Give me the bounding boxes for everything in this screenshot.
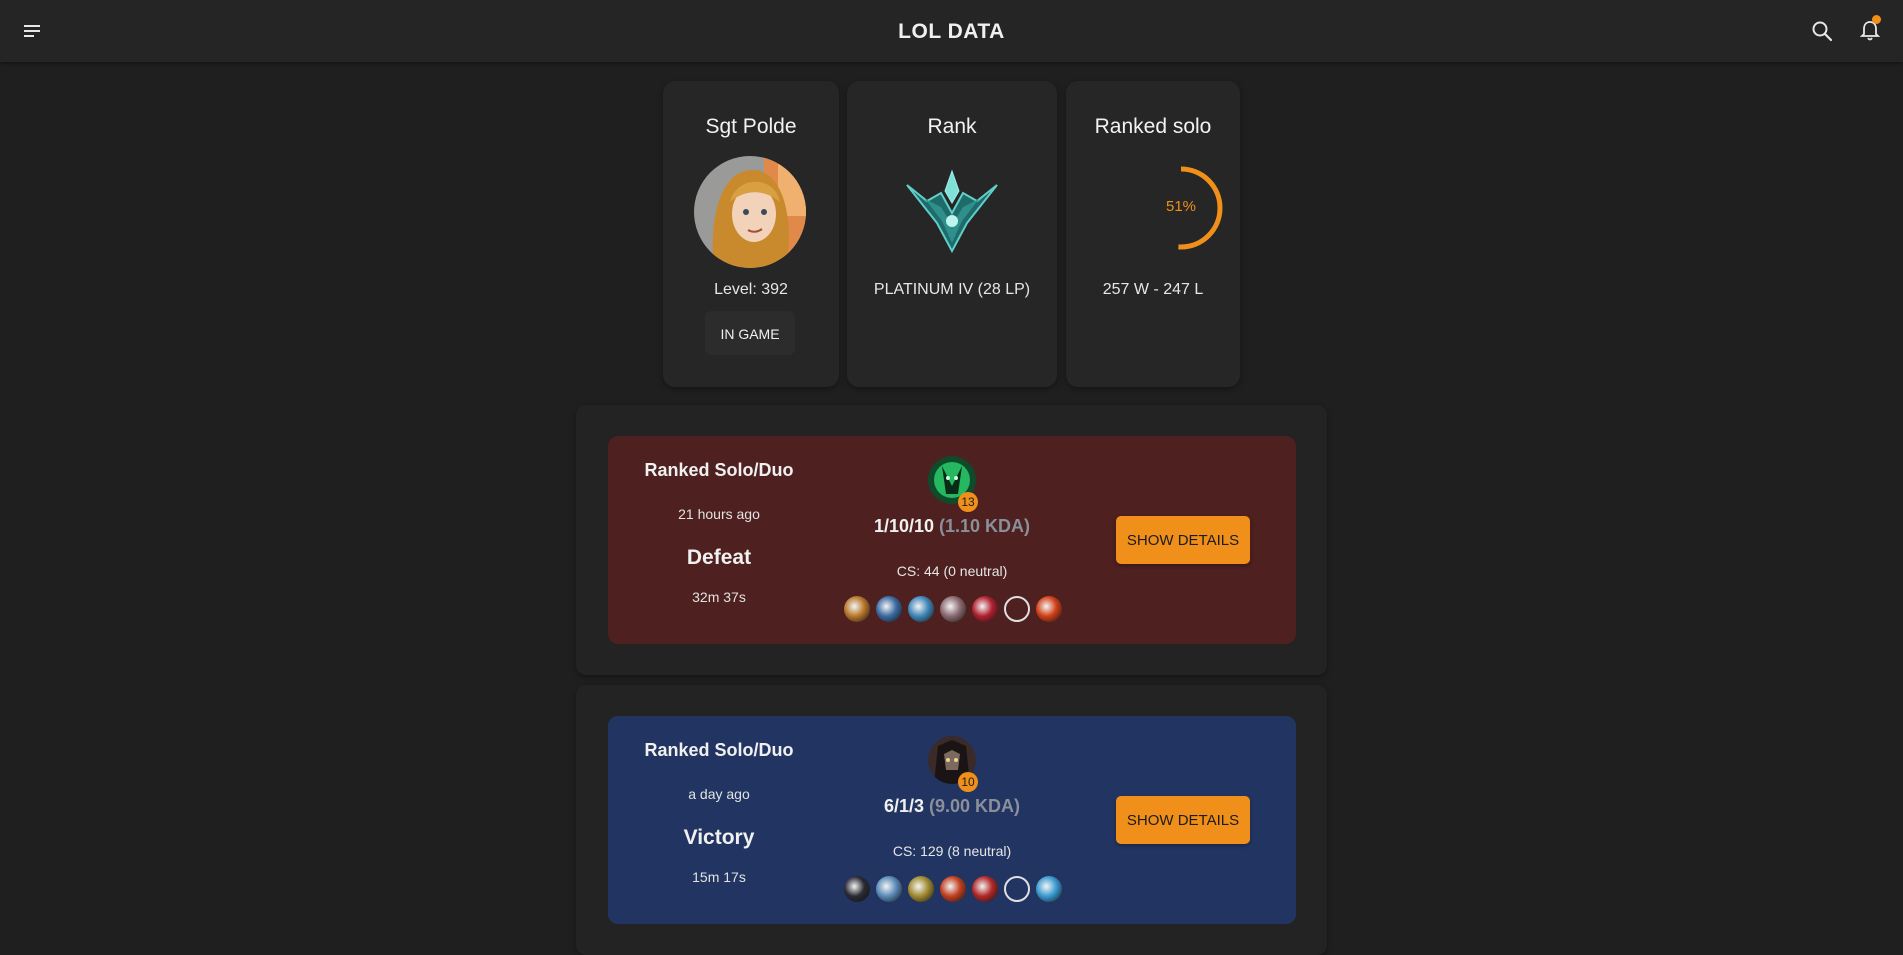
- match-time-ago: a day ago: [688, 786, 750, 802]
- summoner-card: Sgt Polde Level: 392 IN GAME: [663, 81, 839, 387]
- win-loss-record: 257 W - 247 L: [1102, 281, 1204, 298]
- empty-item-slot[interactable]: [1004, 876, 1030, 902]
- creep-score: CS: 129 (8 neutral): [892, 843, 1012, 859]
- winrate-text: 51%: [1165, 198, 1197, 215]
- champion-portrait: 13: [928, 456, 978, 512]
- app-bar: LOL DATA: [0, 0, 1903, 62]
- champion-level-badge: 13: [958, 492, 978, 512]
- item-icon[interactable]: [844, 876, 870, 902]
- item-icon[interactable]: [972, 876, 998, 902]
- item-icon[interactable]: [844, 596, 870, 622]
- show-details-button[interactable]: SHOW DETAILS: [1116, 516, 1250, 564]
- empty-item-slot[interactable]: [1004, 596, 1030, 622]
- match-card-victory: Ranked Solo/Duo a day ago Victory 15m 17…: [608, 716, 1296, 924]
- item-icon[interactable]: [876, 876, 902, 902]
- notification-badge: [1872, 15, 1881, 24]
- match-result: Defeat: [686, 546, 752, 569]
- champion-level-badge: 10: [958, 772, 978, 792]
- kda-line: 1/10/10 (1.10 KDA): [808, 516, 1096, 537]
- match-queue: Ranked Solo/Duo: [644, 460, 794, 480]
- show-details-button[interactable]: SHOW DETAILS: [1116, 796, 1250, 844]
- rank-card: Rank PLATINUM IV (28 LP): [847, 81, 1057, 387]
- kda-ratio: (1.10 KDA): [939, 516, 1031, 536]
- creep-score: CS: 44 (0 neutral): [896, 563, 1008, 579]
- rank-title: Rank: [927, 115, 977, 138]
- item-icon[interactable]: [908, 596, 934, 622]
- summoner-name: Sgt Polde: [705, 115, 797, 138]
- kda-score: 6/1/3: [883, 796, 924, 816]
- app-title: LOL DATA: [898, 20, 1005, 43]
- ranked-solo-card: Ranked solo 51% 257 W - 247 L: [1066, 81, 1240, 387]
- search-icon[interactable]: [1810, 19, 1834, 43]
- item-icon[interactable]: [1036, 596, 1062, 622]
- champion-portrait: 10: [928, 736, 978, 792]
- match-duration: 15m 17s: [692, 869, 746, 885]
- bell-icon[interactable]: [1858, 15, 1882, 43]
- match-time-ago: 21 hours ago: [678, 506, 760, 522]
- platinum-emblem-icon: [897, 163, 1007, 254]
- item-icon[interactable]: [972, 596, 998, 622]
- match-panel: Ranked Solo/Duo a day ago Victory 15m 17…: [576, 685, 1327, 955]
- match-queue: Ranked Solo/Duo: [644, 740, 794, 760]
- rank-tier: PLATINUM IV (28 LP): [873, 281, 1031, 298]
- match-duration: 32m 37s: [692, 589, 746, 605]
- kda-line: 6/1/3 (9.00 KDA): [808, 796, 1096, 817]
- item-icon[interactable]: [908, 876, 934, 902]
- kda-score: 1/10/10: [873, 516, 934, 536]
- item-icon[interactable]: [1036, 876, 1062, 902]
- match-card-defeat: Ranked Solo/Duo 21 hours ago Defeat 32m …: [608, 436, 1296, 644]
- item-icon[interactable]: [876, 596, 902, 622]
- in-game-status-button[interactable]: IN GAME: [705, 311, 795, 355]
- summoner-avatar: [694, 156, 806, 268]
- ranked-solo-title: Ranked solo: [1094, 115, 1212, 138]
- kda-ratio: (9.00 KDA): [929, 796, 1021, 816]
- summoner-level: Level: 392: [714, 281, 788, 298]
- item-icon[interactable]: [940, 876, 966, 902]
- item-icon[interactable]: [940, 596, 966, 622]
- match-result: Victory: [683, 826, 755, 849]
- match-panel: Ranked Solo/Duo 21 hours ago Defeat 32m …: [576, 405, 1327, 675]
